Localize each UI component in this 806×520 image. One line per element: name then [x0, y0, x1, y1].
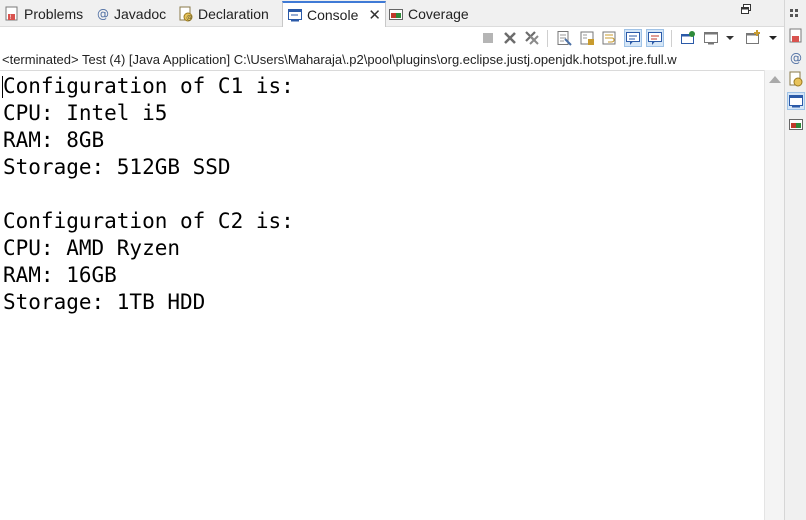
javadoc-icon[interactable]: @ — [788, 50, 804, 66]
console-icon[interactable] — [787, 92, 805, 110]
console-line: RAM: 16GB — [3, 263, 117, 287]
svg-text:@: @ — [790, 51, 802, 65]
show-on-stdout-icon[interactable] — [624, 29, 642, 47]
vertical-scrollbar[interactable] — [764, 70, 784, 520]
console-line: CPU: AMD Ryzen — [3, 236, 181, 260]
view-tab-bar: ! Problems @ Javadoc @ Declaration Conso… — [0, 0, 784, 27]
open-console-icon[interactable] — [745, 30, 761, 46]
tab-label: Problems — [24, 6, 84, 22]
terminate-icon[interactable] — [480, 30, 496, 46]
display-console-icon[interactable] — [703, 30, 719, 46]
coverage-icon — [388, 6, 404, 22]
remove-launch-icon[interactable] — [502, 30, 518, 46]
display-console-dropdown-icon[interactable] — [724, 30, 736, 46]
process-description: <terminated> Test (4) [Java Application]… — [2, 52, 677, 67]
svg-text:@: @ — [186, 15, 192, 22]
tab-problems[interactable]: ! Problems — [4, 2, 83, 26]
console-line: Configuration of C1 is: — [3, 74, 294, 98]
javadoc-icon: @ — [96, 6, 110, 22]
console-icon — [287, 7, 303, 23]
tab-label: Coverage — [408, 6, 469, 22]
tab-coverage[interactable]: Coverage — [388, 2, 469, 26]
toolbar-separator — [547, 30, 548, 47]
pin-console-icon[interactable] — [680, 30, 696, 46]
console-line: Storage: 512GB SSD — [3, 155, 231, 179]
tab-declaration[interactable]: @ Declaration — [178, 2, 269, 26]
scroll-up-arrow-icon[interactable] — [769, 76, 781, 83]
svg-text:@: @ — [97, 7, 109, 21]
toolbar-separator — [671, 30, 672, 47]
maximize-icon[interactable] — [740, 3, 754, 17]
console-line: CPU: Intel i5 — [3, 101, 168, 125]
console-line: Configuration of C2 is: — [3, 209, 294, 233]
restore-icon[interactable] — [790, 4, 802, 17]
close-icon[interactable]: ✕ — [368, 6, 381, 24]
tab-label: Javadoc — [114, 6, 167, 22]
open-console-dropdown-icon[interactable] — [767, 30, 779, 46]
console-line: RAM: 8GB — [3, 128, 105, 152]
console-toolbar — [0, 27, 784, 51]
show-on-stderr-icon[interactable] — [646, 29, 664, 47]
svg-text:!: ! — [10, 14, 12, 21]
tab-label: Console — [307, 7, 359, 23]
clear-console-icon[interactable] — [556, 30, 572, 46]
minimized-view-stack: @ — [784, 0, 806, 520]
console-line: Storage: 1TB HDD — [3, 290, 206, 314]
remove-all-terminated-icon[interactable] — [524, 30, 540, 46]
problems-icon[interactable] — [788, 28, 804, 44]
tab-label: Declaration — [198, 6, 269, 22]
problems-icon: ! — [4, 6, 20, 22]
coverage-icon[interactable] — [788, 116, 804, 132]
word-wrap-icon[interactable] — [601, 30, 617, 46]
declaration-icon[interactable] — [788, 71, 804, 87]
declaration-icon: @ — [178, 6, 194, 22]
scroll-lock-icon[interactable] — [579, 30, 595, 46]
tab-javadoc[interactable]: @ Javadoc — [96, 2, 166, 26]
console-output[interactable]: Configuration of C1 is: CPU: Intel i5 RA… — [0, 70, 764, 520]
tab-console[interactable]: Console ✕ — [282, 1, 386, 27]
